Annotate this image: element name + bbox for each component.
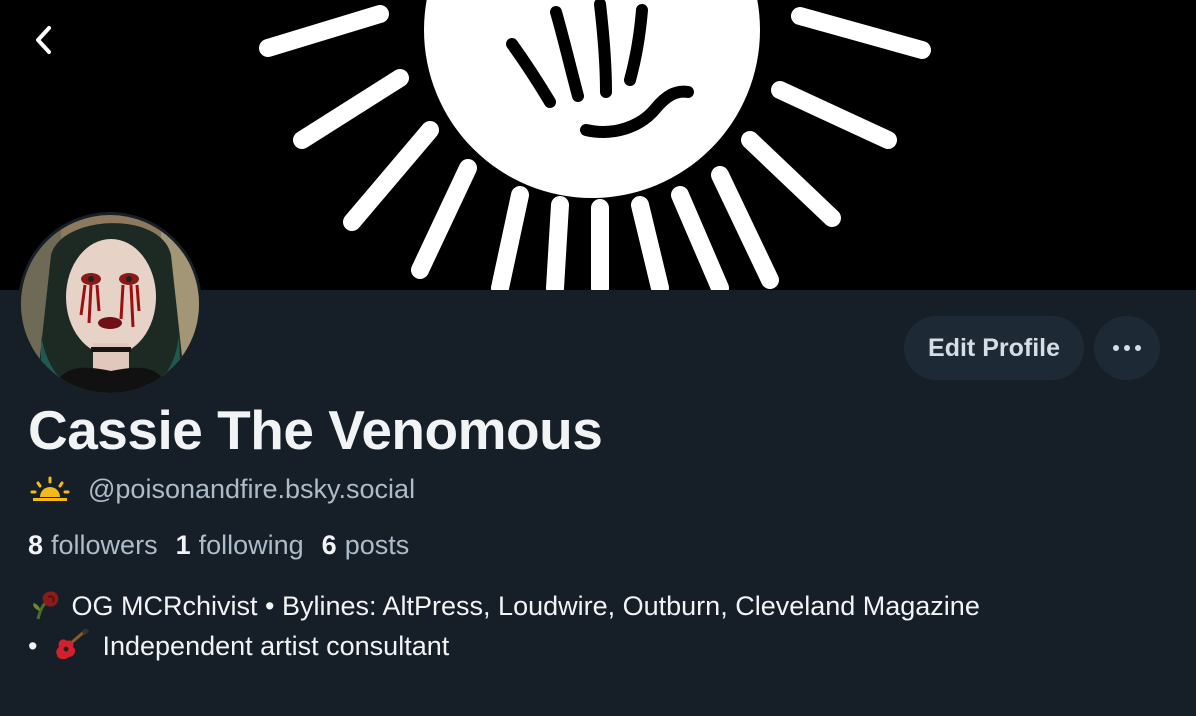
- bio-text-line-2: Independent artist consultant: [102, 631, 450, 661]
- edit-profile-button[interactable]: Edit Profile: [904, 316, 1084, 380]
- more-options-button[interactable]: [1094, 316, 1160, 380]
- avatar[interactable]: [18, 212, 202, 396]
- sunrise-icon: [30, 476, 70, 501]
- profile-stats: 8 followers 1 following 6 posts: [28, 530, 409, 561]
- following-stat[interactable]: 1 following: [176, 530, 304, 561]
- following-label: following: [198, 530, 304, 560]
- back-button[interactable]: [22, 18, 66, 62]
- bio-bullet: •: [28, 631, 38, 661]
- following-count: 1: [175, 530, 191, 560]
- followers-count: 8: [28, 530, 44, 560]
- profile-bio: OG MCRchivist • Bylines: AltPress, Loudw…: [28, 586, 1178, 666]
- posts-label: posts: [344, 530, 410, 560]
- chevron-left-icon: [36, 26, 51, 54]
- bio-line-1: OG MCRchivist • Bylines: AltPress, Loudw…: [28, 586, 1178, 626]
- followers-stat[interactable]: 8 followers: [28, 530, 158, 561]
- bio-line-2: • Independent artist consultant: [28, 626, 1178, 666]
- avatar-photo: [21, 215, 199, 393]
- guitar-icon: [56, 629, 89, 660]
- posts-stat: 6 posts: [322, 530, 410, 561]
- handle-row: @poisonandfire.bsky.social: [30, 474, 415, 505]
- bio-text-line-1: OG MCRchivist • Bylines: AltPress, Loudw…: [71, 591, 980, 621]
- handle[interactable]: @poisonandfire.bsky.social: [88, 474, 415, 505]
- profile-actions: Edit Profile: [904, 316, 1160, 380]
- posts-count: 6: [321, 530, 337, 560]
- ellipsis-icon: [1113, 345, 1141, 351]
- display-name: Cassie The Venomous: [28, 399, 603, 461]
- followers-label: followers: [51, 530, 158, 560]
- wilted-rose-icon: [33, 591, 59, 620]
